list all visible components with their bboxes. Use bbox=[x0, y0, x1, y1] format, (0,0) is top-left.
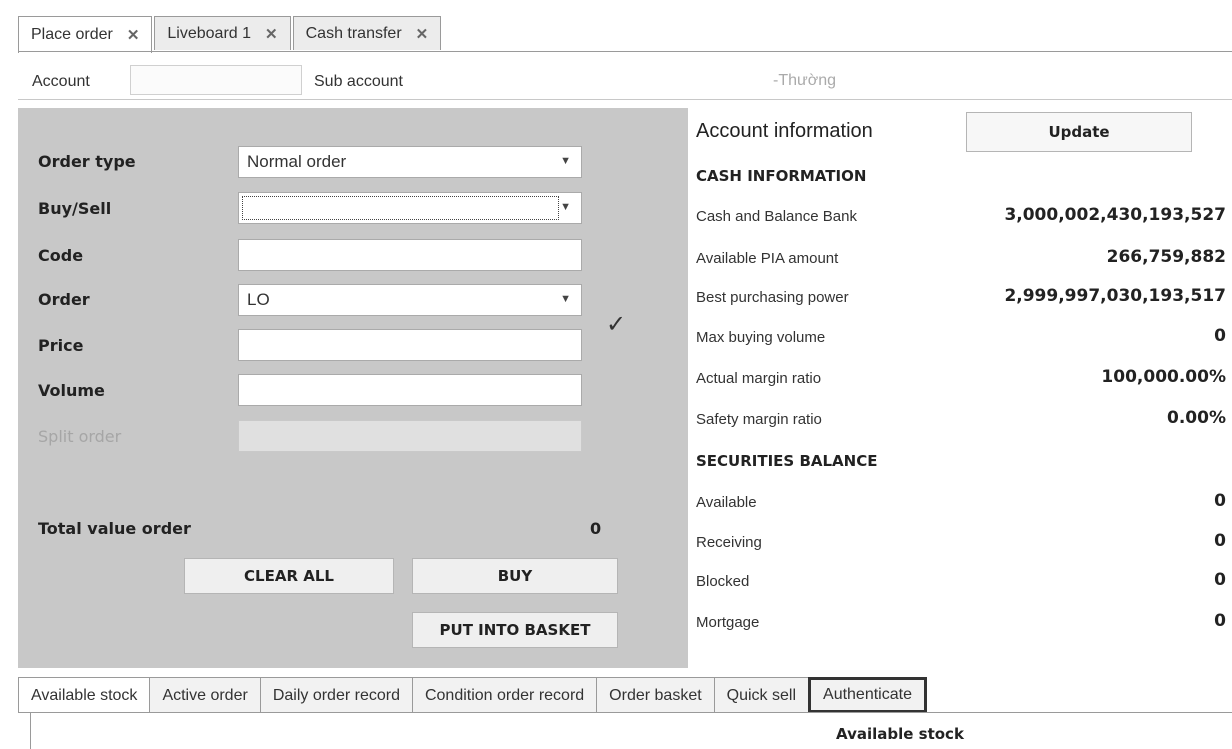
split-order-checkbox[interactable]: ✓ bbox=[606, 310, 626, 339]
buy-sell-label: Buy/Sell bbox=[38, 199, 112, 218]
tab-daily-order-record[interactable]: Daily order record bbox=[259, 677, 413, 713]
info-row: Cash and Balance Bank 3,000,002,430,193,… bbox=[696, 205, 1226, 229]
code-label: Code bbox=[38, 246, 84, 265]
clear-all-button[interactable]: CLEAR ALL bbox=[184, 558, 394, 594]
available-stock-header: Available stock bbox=[836, 725, 964, 743]
info-row: Available PIA amount 266,759,882 bbox=[696, 247, 1226, 271]
info-label: Blocked bbox=[696, 573, 750, 590]
cash-info-heading: CASH INFORMATION bbox=[696, 167, 867, 185]
info-row: Actual margin ratio 100,000.00% bbox=[696, 367, 1226, 391]
securities-balance-heading: SECURITIES BALANCE bbox=[696, 452, 878, 470]
info-value: 0 bbox=[1214, 570, 1226, 590]
info-label: Mortgage bbox=[696, 614, 760, 631]
account-input[interactable] bbox=[130, 65, 302, 95]
split-order-label: Split order bbox=[38, 427, 122, 446]
close-icon[interactable]: ✕ bbox=[265, 25, 278, 43]
info-label: Max buying volume bbox=[696, 329, 826, 346]
buy-sell-select[interactable]: ▼ bbox=[238, 192, 582, 224]
top-tab-bar: Place order ✕ Liveboard 1 ✕ Cash transfe… bbox=[18, 16, 443, 53]
info-value: 0 bbox=[1214, 491, 1226, 511]
price-input[interactable] bbox=[238, 329, 582, 361]
tab-active-order[interactable]: Active order bbox=[149, 677, 261, 713]
dropdown-arrow-icon: ▼ bbox=[560, 155, 571, 167]
tab-authenticate[interactable]: Authenticate bbox=[808, 677, 927, 713]
info-label: Actual margin ratio bbox=[696, 370, 822, 387]
order-value: LO bbox=[247, 290, 270, 309]
order-label: Order bbox=[38, 290, 90, 309]
info-value: 2,999,997,030,193,517 bbox=[1004, 286, 1226, 306]
order-type-value: Normal order bbox=[247, 152, 347, 171]
info-row: Mortgage 0 bbox=[696, 611, 1226, 635]
account-label: Account bbox=[32, 73, 90, 90]
put-into-basket-button[interactable]: PUT INTO BASKET bbox=[412, 612, 618, 648]
focus-outline bbox=[242, 196, 559, 220]
order-select[interactable]: LO ▼ bbox=[238, 284, 582, 316]
account-bar: Account Sub account -Thường bbox=[18, 63, 1232, 100]
tab-label: Liveboard 1 bbox=[167, 24, 252, 42]
dropdown-arrow-icon: ▼ bbox=[560, 201, 571, 213]
info-row: Best purchasing power 2,999,997,030,193,… bbox=[696, 286, 1226, 310]
price-label: Price bbox=[38, 336, 84, 355]
info-value: 0 bbox=[1214, 611, 1226, 631]
total-value-label: Total value order bbox=[38, 519, 191, 538]
buy-button[interactable]: BUY bbox=[412, 558, 618, 594]
info-row: Safety margin ratio 0.00% bbox=[696, 408, 1226, 432]
update-button[interactable]: Update bbox=[966, 112, 1192, 152]
dropdown-arrow-icon: ▼ bbox=[560, 293, 571, 305]
account-info-title: Account information bbox=[696, 120, 873, 142]
sub-account-value[interactable]: -Thường bbox=[773, 72, 836, 90]
info-row: Max buying volume 0 bbox=[696, 326, 1226, 350]
total-value: 0 bbox=[590, 519, 602, 538]
info-value: 0 bbox=[1214, 531, 1226, 551]
info-row: Receiving 0 bbox=[696, 531, 1226, 555]
close-icon[interactable]: ✕ bbox=[127, 26, 140, 44]
tab-condition-order-record[interactable]: Condition order record bbox=[411, 677, 598, 713]
info-row: Blocked 0 bbox=[696, 570, 1226, 594]
volume-input[interactable] bbox=[238, 374, 582, 406]
code-input[interactable] bbox=[238, 239, 582, 271]
info-label: Best purchasing power bbox=[696, 289, 849, 306]
info-label: Receiving bbox=[696, 534, 762, 551]
tab-cash-transfer[interactable]: Cash transfer ✕ bbox=[292, 16, 442, 50]
tab-divider bbox=[18, 51, 1232, 52]
info-label: Safety margin ratio bbox=[696, 411, 822, 428]
sub-account-label: Sub account bbox=[314, 73, 403, 90]
info-value: 3,000,002,430,193,527 bbox=[1004, 205, 1226, 225]
tab-place-order[interactable]: Place order ✕ bbox=[18, 16, 153, 53]
info-value: 0.00% bbox=[1167, 408, 1226, 428]
tab-quick-sell[interactable]: Quick sell bbox=[713, 677, 810, 713]
info-label: Cash and Balance Bank bbox=[696, 208, 857, 225]
split-order-input bbox=[238, 420, 582, 452]
info-value: 0 bbox=[1214, 326, 1226, 346]
volume-label: Volume bbox=[38, 381, 105, 400]
order-type-select[interactable]: Normal order ▼ bbox=[238, 146, 582, 178]
bottom-tab-bar: Available stock Active order Daily order… bbox=[18, 677, 927, 713]
info-label: Available bbox=[696, 494, 757, 511]
available-stock-panel bbox=[30, 713, 1232, 749]
order-type-label: Order type bbox=[38, 152, 136, 171]
close-icon[interactable]: ✕ bbox=[416, 25, 429, 43]
tab-available-stock[interactable]: Available stock bbox=[18, 677, 151, 713]
info-value: 100,000.00% bbox=[1101, 367, 1226, 387]
tab-order-basket[interactable]: Order basket bbox=[596, 677, 715, 713]
info-row: Available 0 bbox=[696, 491, 1226, 515]
tab-liveboard-1[interactable]: Liveboard 1 ✕ bbox=[154, 16, 291, 50]
tab-label: Place order bbox=[31, 26, 113, 43]
tab-label: Cash transfer bbox=[305, 24, 402, 42]
info-value: 266,759,882 bbox=[1106, 247, 1226, 267]
info-label: Available PIA amount bbox=[696, 250, 839, 267]
